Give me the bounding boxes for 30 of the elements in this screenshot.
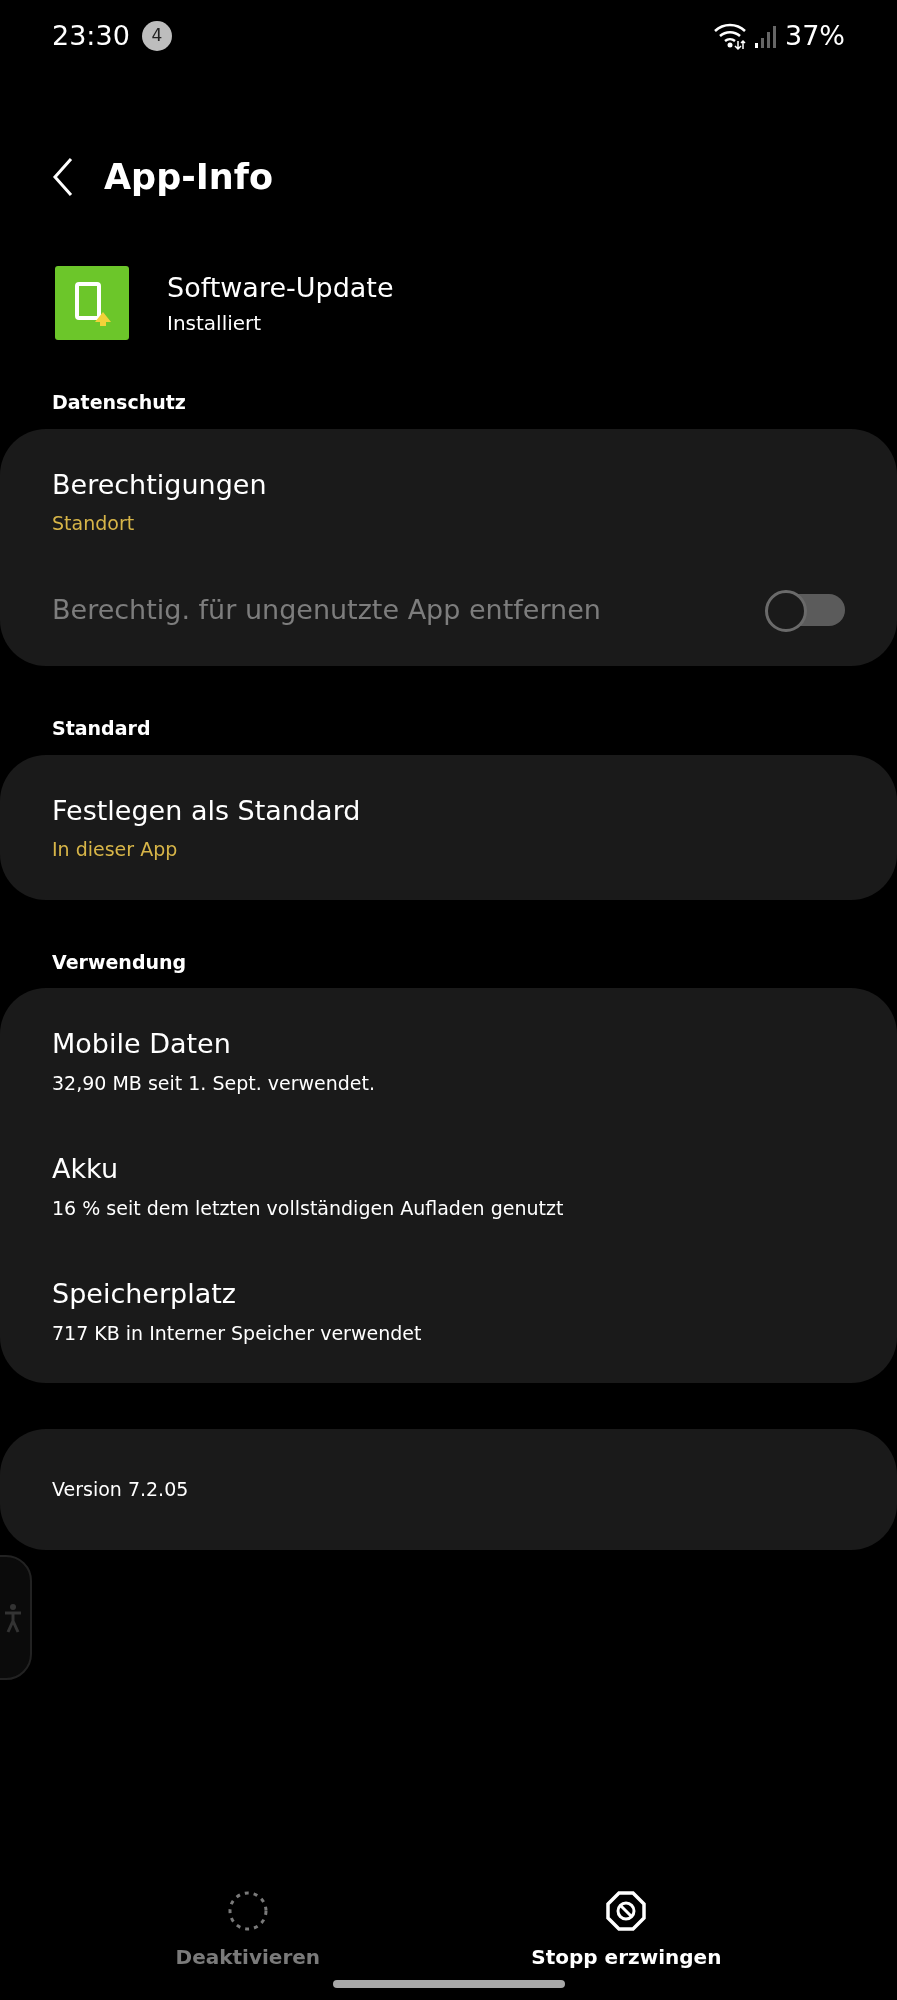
- app-icon: [55, 266, 129, 340]
- section-header: Verwendung: [51, 949, 188, 975]
- home-indicator[interactable]: [333, 1980, 565, 1988]
- section-header: Standard: [51, 716, 152, 741]
- setting-summary: 16 % seit dem letzten vollständigen Aufladen genutzt: [52, 1195, 564, 1221]
- clock: 23:30: [52, 18, 130, 53]
- setting-summary: In dieser App: [52, 837, 179, 862]
- version-text: Version 7.2.05: [52, 1478, 189, 1500]
- setting-title[interactable]: Akku: [52, 1149, 564, 1190]
- setting-summary: 32,90 MB seit 1. Sept. verwendet.: [52, 1070, 376, 1096]
- setting-summary: 717 KB in Interner Speicher verwendet: [52, 1320, 422, 1346]
- back-icon[interactable]: [52, 157, 74, 197]
- setting-title[interactable]: Festlegen als Standard: [52, 790, 361, 831]
- setting-title[interactable]: Berechtigungen: [52, 464, 267, 505]
- wifi-icon: [713, 21, 747, 51]
- setting-title: Berechtig. für ungenutzte App entfernen: [52, 592, 601, 627]
- app-name: Software-Update: [167, 270, 394, 305]
- battery-level: 37%: [785, 18, 845, 53]
- action-button[interactable]: Stopp erzwingen: [531, 1890, 722, 1972]
- setting-title[interactable]: Mobile Daten: [52, 1024, 376, 1065]
- dotted-circle-icon: [226, 1890, 269, 1932]
- page-title: App-Info: [104, 155, 273, 199]
- notification-count: 4: [141, 21, 172, 51]
- setting-summary: Standort: [52, 511, 136, 536]
- section-header: Datenschutz: [51, 390, 187, 415]
- accessibility-icon[interactable]: [4, 1602, 22, 1633]
- signal-icon: [755, 24, 777, 48]
- stop-icon: [605, 1890, 648, 1932]
- setting-title[interactable]: Speicherplatz: [52, 1274, 422, 1315]
- app-status: Installiert: [167, 310, 263, 338]
